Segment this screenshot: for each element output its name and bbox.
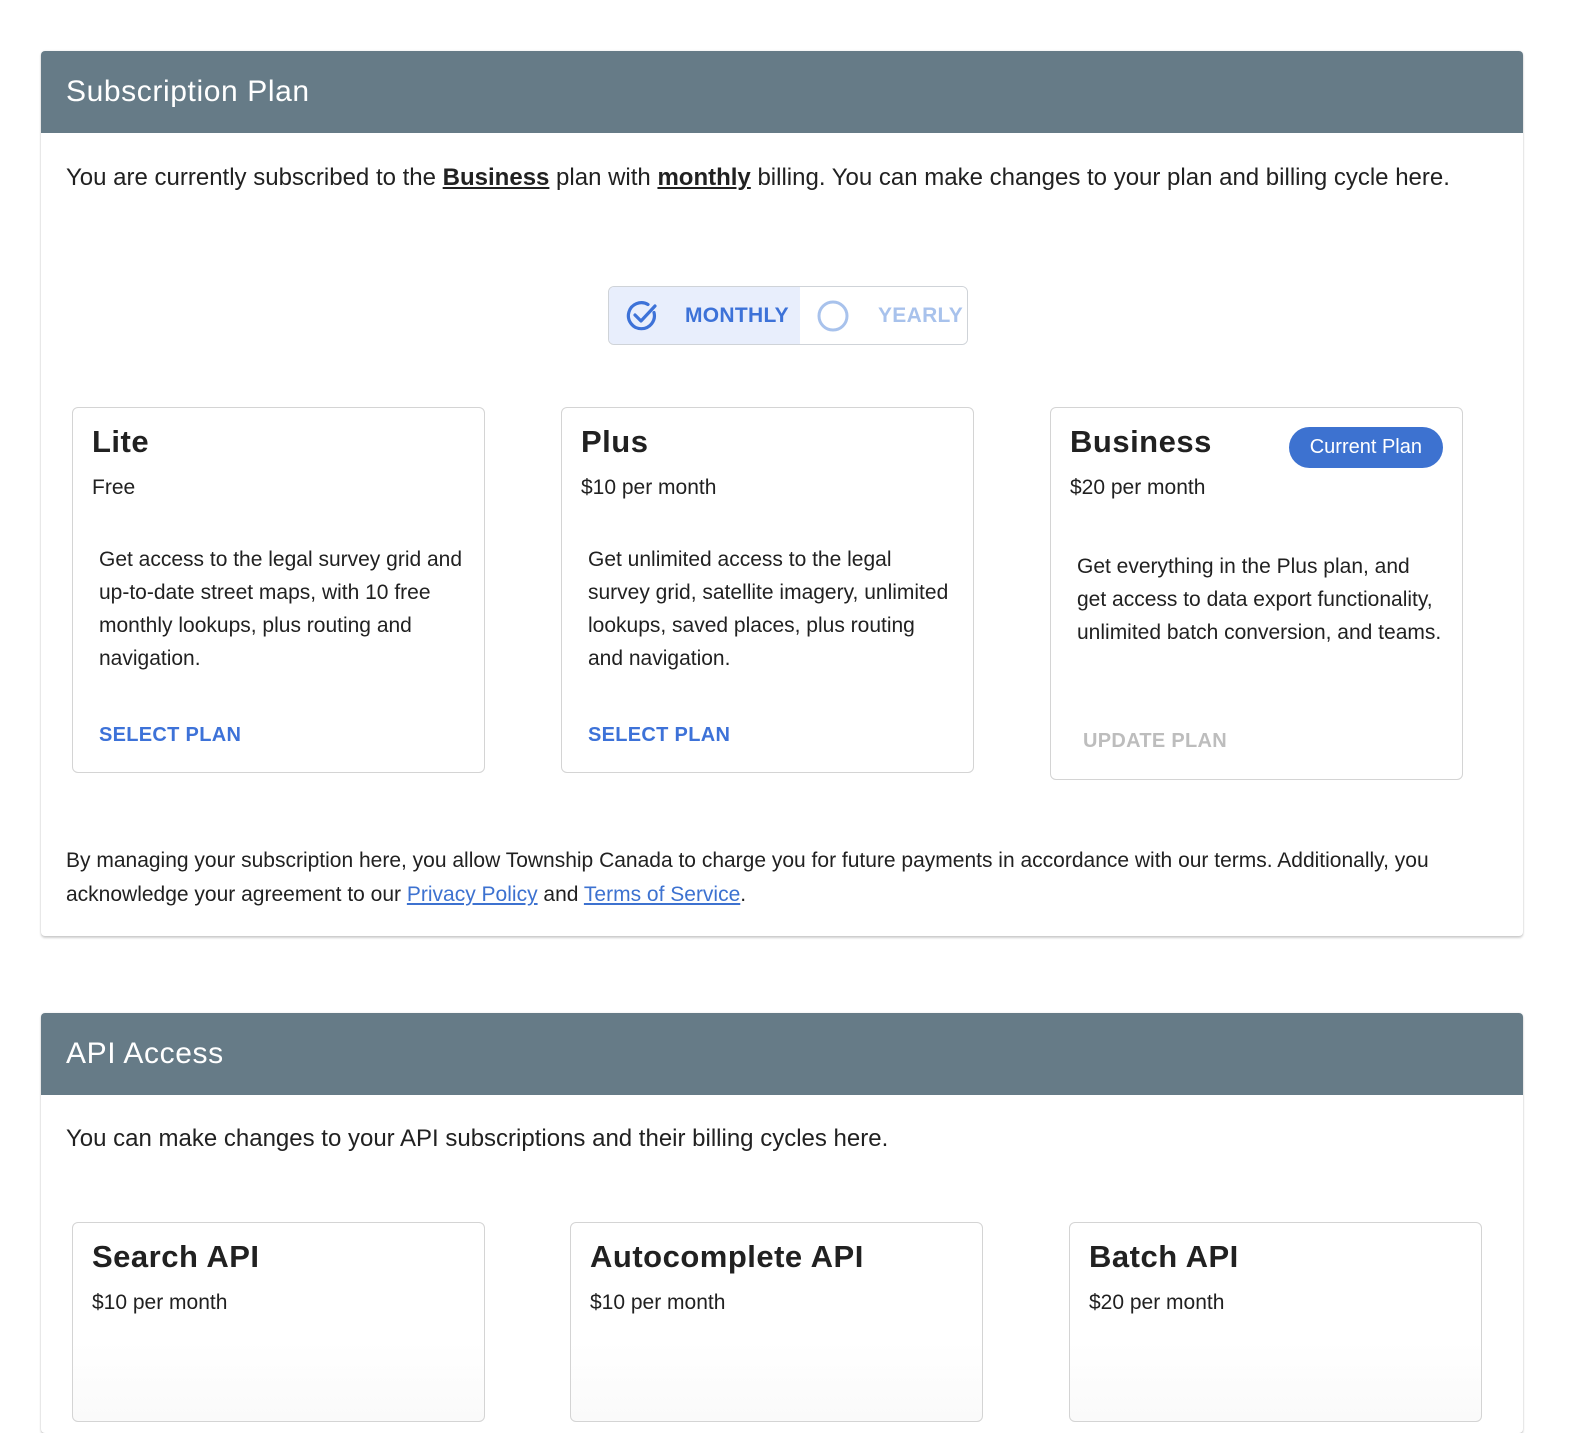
plan-description: Get access to the legal survey grid and … bbox=[99, 548, 463, 670]
select-plan-button[interactable]: SELECT PLAN bbox=[99, 724, 241, 747]
toggle-monthly[interactable]: MONTHLY bbox=[609, 287, 800, 344]
api-price: $10 per month bbox=[590, 1291, 726, 1314]
section-title: API Access bbox=[41, 1013, 1523, 1095]
section-title: Subscription Plan bbox=[41, 51, 1523, 133]
plan-description: Get unlimited access to the legal survey… bbox=[588, 548, 949, 670]
plan-card-business: Business Current Plan $20 per month Get … bbox=[1050, 407, 1463, 780]
billing-cycle-toggle: MONTHLY YEARLY bbox=[608, 286, 968, 345]
api-name: Batch API bbox=[1089, 1239, 1239, 1274]
plan-name: Lite bbox=[92, 424, 150, 459]
terms-footnote: By managing your subscription here, you … bbox=[66, 849, 1429, 906]
api-price: $20 per month bbox=[1089, 1291, 1225, 1314]
api-name: Autocomplete API bbox=[590, 1239, 864, 1274]
toggle-yearly[interactable]: YEARLY bbox=[800, 287, 967, 344]
update-plan-button[interactable]: UPDATE PLAN bbox=[1083, 730, 1227, 753]
current-billing-cycle: monthly bbox=[657, 164, 751, 191]
plan-price: $20 per month bbox=[1070, 476, 1206, 499]
radio-circle-icon bbox=[817, 300, 849, 331]
subscription-plan-section: Subscription Plan You are currently subs… bbox=[41, 51, 1523, 936]
check-circle-icon bbox=[626, 300, 657, 330]
current-plan-name: Business bbox=[442, 164, 550, 191]
plan-name: Business bbox=[1070, 424, 1212, 459]
select-plan-button[interactable]: SELECT PLAN bbox=[588, 724, 730, 747]
api-card-batch: Batch API $20 per month bbox=[1069, 1222, 1482, 1422]
api-access-section: API Access You can make changes to your … bbox=[41, 1013, 1523, 1433]
api-name: Search API bbox=[92, 1239, 260, 1274]
plan-price: $10 per month bbox=[581, 476, 717, 499]
plan-card-lite: Lite Free Get access to the legal survey… bbox=[72, 407, 485, 773]
current-plan-badge: Current Plan bbox=[1288, 427, 1443, 468]
api-card-autocomplete: Autocomplete API $10 per month bbox=[570, 1222, 983, 1422]
privacy-policy-link[interactable]: Privacy Policy bbox=[407, 883, 538, 906]
subscription-intro: You are currently subscribed to the Busi… bbox=[66, 164, 1450, 191]
terms-of-service-link[interactable]: Terms of Service bbox=[584, 883, 740, 906]
plan-description: Get everything in the Plus plan, and get… bbox=[1077, 555, 1442, 644]
api-price: $10 per month bbox=[92, 1291, 228, 1314]
plan-name: Plus bbox=[581, 424, 649, 459]
api-intro: You can make changes to your API subscri… bbox=[66, 1125, 889, 1152]
plan-price: Free bbox=[92, 476, 136, 499]
plan-card-plus: Plus $10 per month Get unlimited access … bbox=[561, 407, 974, 773]
api-card-search: Search API $10 per month bbox=[72, 1222, 485, 1422]
